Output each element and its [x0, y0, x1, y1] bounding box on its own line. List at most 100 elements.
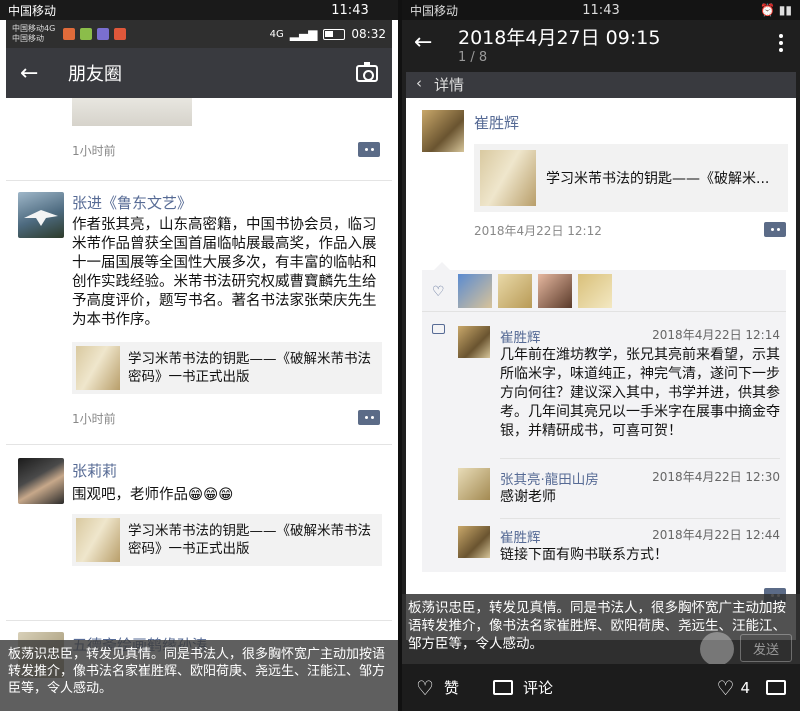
- avatar[interactable]: [18, 458, 64, 504]
- link-title: 学习米芾书法的钥匙——《破解米...: [546, 171, 770, 187]
- like-heart-icon: ♡: [432, 284, 445, 300]
- comment-author[interactable]: 崔胜辉: [500, 326, 541, 346]
- like-avatar[interactable]: [498, 273, 532, 308]
- shared-link-card[interactable]: 学习米芾书法的钥匙——《破解米...: [474, 144, 788, 212]
- inner-carrier-2: 中国移动: [12, 34, 44, 43]
- network-type: 4G: [269, 28, 284, 40]
- like-button[interactable]: ♡ 赞: [416, 676, 459, 700]
- divider: [500, 518, 780, 519]
- divider: [6, 444, 392, 445]
- comment-icon: [766, 680, 786, 695]
- moments-feed: 1小时前 张进《鲁东文艺》 作者张其亮，山东高密籍，中国书协会员，临习米芾作品曾…: [6, 98, 392, 711]
- notification-icons: [63, 28, 127, 40]
- link-thumbnail: [480, 150, 536, 206]
- inner-clock: 08:32: [351, 27, 386, 41]
- right-panel: 中国移动 11:43 ⏰ ▮▮ ← 2018年4月27日 09:15 1 / 8…: [402, 0, 800, 711]
- post-time: 1小时前: [72, 144, 116, 158]
- status-bar: 中国移动 11:43 ⏰ ▮▮: [0, 0, 398, 20]
- like-avatar[interactable]: [538, 273, 572, 308]
- photo-date: 2018年4月27日 09:15: [458, 27, 661, 49]
- more-options-icon[interactable]: [774, 26, 788, 52]
- comment-time: 2018年4月22日 12:44: [652, 528, 780, 542]
- avatar[interactable]: [18, 192, 64, 238]
- signal-icon: ▂▄▆: [289, 27, 318, 41]
- comment-label: 评论: [522, 679, 553, 697]
- comment-bubble-icon: [432, 324, 445, 334]
- heart-icon: ♡: [416, 675, 434, 700]
- post-author[interactable]: 张莉莉: [72, 460, 117, 481]
- clock: 11:43: [582, 2, 620, 18]
- app-bar: ← 朋友圈: [6, 48, 392, 98]
- avatar[interactable]: [422, 110, 464, 152]
- detail-header: ‹ 详情: [406, 72, 796, 98]
- shared-link-card[interactable]: 学习米芾书法的钥匙——《破解米芾书法密码》一书正式出版: [72, 514, 382, 566]
- carrier-label: 中国移动: [410, 3, 459, 18]
- app-notification-icon: [97, 28, 110, 40]
- shared-link-card[interactable]: 学习米芾书法的钥匙——《破解米芾书法密码》一书正式出版: [72, 342, 382, 394]
- comment-item[interactable]: 崔胜辉 2018年4月22日 12:14 几年前在潍坊教学，张兄其亮前来看望，示…: [458, 326, 780, 454]
- page-indicator: 1 / 8: [458, 50, 488, 65]
- link-title: 学习米芾书法的钥匙——《破解米芾书法密码》一书正式出版: [128, 523, 371, 557]
- eagle-icon: [24, 210, 58, 226]
- back-arrow-icon[interactable]: ←: [20, 61, 60, 86]
- comment-menu-icon[interactable]: [358, 142, 380, 157]
- like-avatar[interactable]: [578, 273, 612, 308]
- heart-icon: ♡: [716, 675, 735, 700]
- counts[interactable]: ♡ 4: [717, 676, 786, 700]
- comment-time: 2018年4月22日 12:14: [652, 328, 780, 342]
- inner-carrier-1: 中国移动4G: [12, 24, 56, 33]
- comment-menu-icon[interactable]: [764, 222, 786, 237]
- comment-button[interactable]: 评论: [492, 677, 553, 698]
- emoji-icon[interactable]: [700, 632, 734, 666]
- like-label: 赞: [443, 679, 459, 697]
- comment-text: 链接下面有购书联系方式！: [500, 547, 668, 563]
- comments-area: ♡ 崔胜辉 2018年4月22日 12:14 几年前在潍坊教学，张兄其亮前来看望…: [422, 262, 786, 572]
- status-icons: ⏰ ▮▮: [760, 3, 792, 17]
- likes-row: [422, 270, 786, 312]
- app-notification-icon: [80, 28, 93, 40]
- post-image-partial[interactable]: [72, 98, 192, 126]
- post-author[interactable]: 张进《鲁东文艺》: [72, 192, 192, 213]
- comment-text: 感谢老师: [500, 489, 556, 505]
- post-time: 1小时前: [72, 412, 116, 426]
- carrier-label: 中国移动: [8, 3, 57, 18]
- divider: [6, 620, 392, 621]
- like-count: 4: [740, 678, 750, 697]
- left-panel: 中国移动 11:43 ⏰ ▮▮ 中国移动4G 中国移动 4G ▂▄▆ 08:32: [0, 0, 398, 711]
- divider: [6, 180, 392, 181]
- comment-item[interactable]: 张其亮·龍田山房 2018年4月22日 12:30 感谢老师: [458, 468, 780, 512]
- post-time: 2018年4月22日 12:12: [474, 224, 602, 238]
- comment-author[interactable]: 崔胜辉: [500, 526, 541, 546]
- post-text: 围观吧，老师作品😁😁😁: [72, 487, 234, 503]
- caption-overlay: 板荡识忠臣，转发见真情。同是书法人，很多胸怀宽广主动加按语转发推介，像书法名家崔…: [0, 640, 398, 711]
- back-arrow-icon[interactable]: ←: [414, 26, 458, 55]
- back-chevron-icon: ‹: [416, 74, 422, 92]
- avatar[interactable]: [458, 468, 490, 500]
- app-notification-icon: [114, 28, 127, 40]
- app-notification-icon: [63, 28, 76, 40]
- screenshot-stage: 中国移动 11:43 ⏰ ▮▮ 中国移动4G 中国移动 4G ▂▄▆ 08:32: [0, 0, 800, 711]
- link-thumbnail: [76, 518, 120, 562]
- send-button[interactable]: 发送: [740, 634, 792, 662]
- avatar[interactable]: [458, 326, 490, 358]
- post-text: 作者张其亮，山东高密籍，中国书协会员，临习米芾作品曾获全国首届临帖展最高奖，作品…: [72, 217, 377, 328]
- comment-icon: [492, 680, 513, 695]
- detail-title: 详情: [434, 76, 465, 94]
- comment-item[interactable]: 崔胜辉 2018年4月22日 12:44 链接下面有购书联系方式！: [458, 526, 780, 570]
- comment-menu-icon[interactable]: [358, 410, 380, 425]
- camera-icon[interactable]: [356, 61, 378, 82]
- avatar[interactable]: [458, 526, 490, 558]
- link-thumbnail: [76, 346, 120, 390]
- viewed-screenshot: ‹ 详情 崔胜辉 学习米芾书法的钥匙——《破解米... 2018年4月22日 1…: [406, 72, 796, 640]
- comment-author[interactable]: 张其亮·龍田山房: [500, 468, 599, 488]
- bottom-action-bar: ♡ 赞 评论 ♡ 4: [402, 664, 800, 711]
- clock: 11:43: [331, 2, 369, 18]
- battery-icon: [323, 28, 346, 40]
- post-author[interactable]: 崔胜辉: [474, 112, 519, 133]
- comment-time: 2018年4月22日 12:30: [652, 470, 780, 484]
- inner-status-bar: 中国移动4G 中国移动 4G ▂▄▆ 08:32: [6, 20, 392, 48]
- comment-text: 几年前在潍坊教学，张兄其亮前来看望，示其所临米字，味道纯正，神完气清，遂问下一步…: [500, 347, 780, 439]
- like-avatar[interactable]: [458, 273, 492, 308]
- link-title: 学习米芾书法的钥匙——《破解米芾书法密码》一书正式出版: [128, 351, 371, 385]
- page-title: 朋友圈: [68, 64, 122, 85]
